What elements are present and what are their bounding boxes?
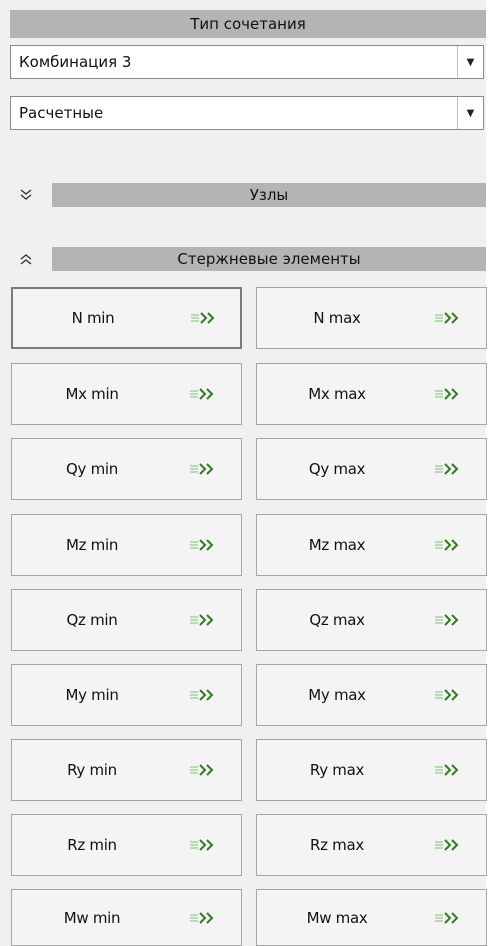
n-max-label: N max — [313, 309, 361, 327]
my-max-button[interactable]: My max — [256, 664, 487, 726]
combination-select[interactable]: Комбинация 3 ▼ — [10, 45, 484, 79]
double-arrow-right-icon — [190, 539, 214, 551]
mw-max-label: Mw max — [306, 908, 368, 927]
combination-select-value: Комбинация 3 — [19, 53, 132, 71]
n-max-button[interactable]: N max — [256, 287, 487, 349]
qz-min-label: Qz min — [66, 611, 118, 629]
combination-type-header: Тип сочетания — [10, 10, 486, 38]
mx-min-button[interactable]: Mx min — [11, 363, 242, 425]
mx-max-label: Mx max — [308, 385, 366, 403]
double-arrow-right-icon — [190, 764, 214, 776]
qz-min-button[interactable]: Qz min — [11, 589, 242, 651]
double-arrow-right-icon — [435, 764, 459, 776]
mx-max-button[interactable]: Mx max — [256, 363, 487, 425]
my-min-label: My min — [65, 686, 119, 704]
double-arrow-right-icon — [435, 463, 459, 475]
n-min-label: N min — [71, 309, 115, 327]
double-arrow-right-icon — [190, 839, 214, 851]
double-arrow-right-icon — [190, 388, 214, 400]
qz-max-button[interactable]: Qz max — [256, 589, 487, 651]
ry-max-label: Ry max — [309, 761, 365, 779]
double-arrow-right-icon — [435, 614, 459, 626]
qy-max-label: Qy max — [308, 460, 366, 478]
mz-min-label: Mz min — [65, 536, 119, 554]
mw-min-button[interactable]: Mw min — [11, 889, 242, 946]
double-arrow-right-icon — [435, 839, 459, 851]
bar-elements-section-label: Стержневые элементы — [177, 250, 361, 268]
double-arrow-right-icon — [435, 911, 459, 924]
rz-max-label: Rz max — [310, 836, 364, 854]
combination-dropdown-button[interactable]: ▼ — [457, 46, 483, 78]
caret-down-icon: ▼ — [466, 107, 475, 119]
qy-min-label: Qy min — [66, 460, 118, 478]
mz-max-button[interactable]: Mz max — [256, 514, 487, 576]
ry-max-button[interactable]: Ry max — [256, 739, 487, 801]
double-arrow-right-icon — [435, 539, 459, 551]
chevrons-up-icon[interactable] — [14, 247, 38, 271]
qy-min-button[interactable]: Qy min — [11, 438, 242, 500]
ry-min-button[interactable]: Ry min — [11, 739, 242, 801]
bar-elements-section-row[interactable]: Стержневые элементы — [10, 245, 486, 273]
combination-panel: Тип сочетания Комбинация 3 ▼ Расчетные ▼… — [0, 0, 491, 946]
double-arrow-right-icon — [435, 689, 459, 701]
double-arrow-right-icon — [190, 463, 214, 475]
chevrons-down-icon[interactable] — [14, 183, 38, 207]
double-arrow-right-icon — [190, 689, 214, 701]
nodes-section-row[interactable]: Узлы — [10, 181, 486, 209]
rz-max-button[interactable]: Rz max — [256, 814, 487, 876]
my-min-button[interactable]: My min — [11, 664, 242, 726]
n-min-button[interactable]: N min — [11, 287, 242, 349]
qy-max-button[interactable]: Qy max — [256, 438, 487, 500]
values-type-select-value: Расчетные — [19, 104, 104, 122]
ry-min-label: Ry min — [67, 761, 117, 779]
mw-min-label: Mw min — [63, 908, 121, 927]
rz-min-label: Rz min — [67, 836, 117, 854]
double-arrow-right-icon — [435, 312, 459, 324]
nodes-section-header[interactable]: Узлы — [52, 183, 486, 207]
double-arrow-right-icon — [435, 388, 459, 400]
qz-max-label: Qz max — [309, 611, 365, 629]
values-type-select[interactable]: Расчетные ▼ — [10, 96, 484, 130]
mz-max-label: Mz max — [308, 536, 366, 554]
bar-elements-section-header[interactable]: Стержневые элементы — [52, 247, 486, 271]
double-arrow-right-icon — [190, 614, 214, 626]
mw-max-button[interactable]: Mw max — [256, 889, 487, 946]
double-arrow-right-icon — [191, 312, 215, 324]
values-type-dropdown-button[interactable]: ▼ — [457, 97, 483, 129]
my-max-label: My max — [308, 686, 366, 704]
nodes-section-label: Узлы — [249, 186, 289, 204]
mx-min-label: Mx min — [65, 385, 119, 403]
double-arrow-right-icon — [190, 911, 214, 924]
mz-min-button[interactable]: Mz min — [11, 514, 242, 576]
caret-down-icon: ▼ — [466, 56, 475, 68]
rz-min-button[interactable]: Rz min — [11, 814, 242, 876]
combination-type-title: Тип сочетания — [190, 15, 306, 33]
